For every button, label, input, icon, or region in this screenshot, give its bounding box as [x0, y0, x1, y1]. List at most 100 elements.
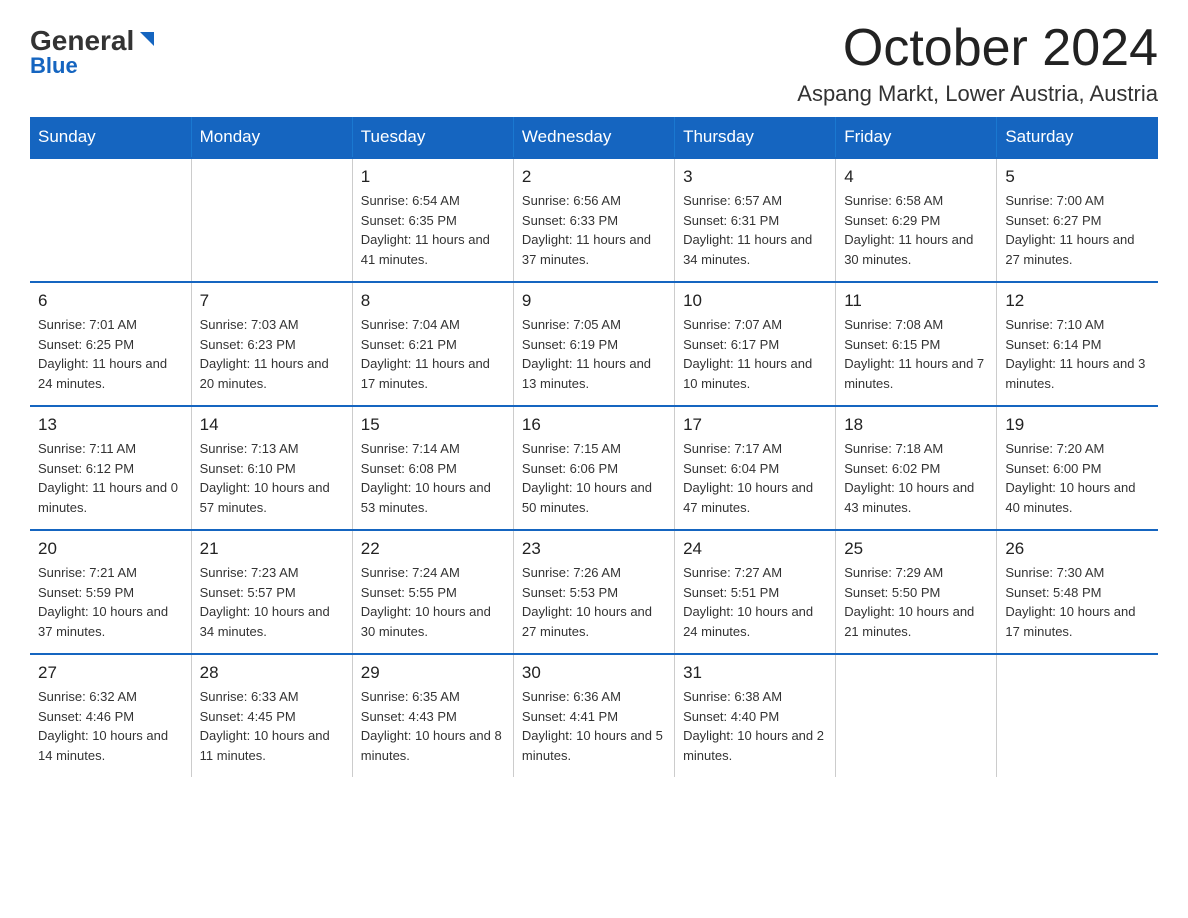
calendar-cell: 31Sunrise: 6:38 AMSunset: 4:40 PMDayligh… — [675, 654, 836, 777]
day-info: Sunrise: 7:11 AMSunset: 6:12 PMDaylight:… — [38, 439, 183, 517]
day-number: 3 — [683, 167, 827, 187]
calendar-cell: 9Sunrise: 7:05 AMSunset: 6:19 PMDaylight… — [513, 282, 674, 406]
day-number: 12 — [1005, 291, 1150, 311]
day-number: 20 — [38, 539, 183, 559]
day-info: Sunrise: 7:23 AMSunset: 5:57 PMDaylight:… — [200, 563, 344, 641]
day-number: 4 — [844, 167, 988, 187]
day-info: Sunrise: 7:07 AMSunset: 6:17 PMDaylight:… — [683, 315, 827, 393]
weekday-header-tuesday: Tuesday — [352, 117, 513, 158]
day-number: 8 — [361, 291, 505, 311]
week-row-1: 1 Sunrise: 6:54 AMSunset: 6:35 PMDaylight… — [30, 158, 1158, 282]
calendar-cell: 28Sunrise: 6:33 AMSunset: 4:45 PMDayligh… — [191, 654, 352, 777]
calendar-cell: 12Sunrise: 7:10 AMSunset: 6:14 PMDayligh… — [997, 282, 1158, 406]
day-number: 2 — [522, 167, 666, 187]
day-info: Sunrise: 7:18 AMSunset: 6:02 PMDaylight:… — [844, 439, 988, 517]
weekday-header-sunday: Sunday — [30, 117, 191, 158]
month-title: October 2024 — [797, 20, 1158, 77]
day-number: 19 — [1005, 415, 1150, 435]
weekday-header-monday: Monday — [191, 117, 352, 158]
day-number: 25 — [844, 539, 988, 559]
week-row-5: 27 Sunrise: 6:32 AMSunset: 4:46 PMDayligh… — [30, 654, 1158, 777]
day-number: 11 — [844, 291, 988, 311]
calendar-cell: 5 Sunrise: 7:00 AMSunset: 6:27 PMDaylight… — [997, 158, 1158, 282]
weekday-header-row: SundayMondayTuesdayWednesdayThursdayFrid… — [30, 117, 1158, 158]
calendar-cell: 13 Sunrise: 7:11 AMSunset: 6:12 PMDayligh… — [30, 406, 191, 530]
calendar-cell — [191, 158, 352, 282]
day-number: 16 — [522, 415, 666, 435]
calendar-cell: 30 Sunrise: 6:36 AMSunset: 4:41 PMDayligh… — [513, 654, 674, 777]
calendar-cell: 21 Sunrise: 7:23 AMSunset: 5:57 PMDayligh… — [191, 530, 352, 654]
calendar-cell: 2 Sunrise: 6:56 AMSunset: 6:33 PMDaylight… — [513, 158, 674, 282]
day-number: 15 — [361, 415, 505, 435]
week-row-4: 20 Sunrise: 7:21 AMSunset: 5:59 PMDayligh… — [30, 530, 1158, 654]
day-number: 7 — [200, 291, 344, 311]
calendar-cell: 27 Sunrise: 6:32 AMSunset: 4:46 PMDayligh… — [30, 654, 191, 777]
calendar-cell: 18 Sunrise: 7:18 AMSunset: 6:02 PMDayligh… — [836, 406, 997, 530]
weekday-header-thursday: Thursday — [675, 117, 836, 158]
calendar-cell: 16 Sunrise: 7:15 AMSunset: 6:06 PMDayligh… — [513, 406, 674, 530]
day-number: 13 — [38, 415, 183, 435]
calendar-cell: 7 Sunrise: 7:03 AMSunset: 6:23 PMDaylight… — [191, 282, 352, 406]
calendar-cell — [997, 654, 1158, 777]
day-number: 1 — [361, 167, 505, 187]
day-info: Sunrise: 7:24 AMSunset: 5:55 PMDaylight:… — [361, 563, 505, 641]
day-number: 22 — [361, 539, 505, 559]
day-number: 28 — [200, 663, 344, 683]
day-info: Sunrise: 6:32 AMSunset: 4:46 PMDaylight:… — [38, 687, 183, 765]
weekday-header-wednesday: Wednesday — [513, 117, 674, 158]
day-info: Sunrise: 6:57 AMSunset: 6:31 PMDaylight:… — [683, 191, 827, 269]
day-info: Sunrise: 7:27 AMSunset: 5:51 PMDaylight:… — [683, 563, 827, 641]
day-info: Sunrise: 7:08 AMSunset: 6:15 PMDaylight:… — [844, 315, 988, 393]
day-info: Sunrise: 7:17 AMSunset: 6:04 PMDaylight:… — [683, 439, 827, 517]
day-number: 29 — [361, 663, 505, 683]
logo-blue: Blue — [30, 53, 78, 79]
calendar-cell: 22 Sunrise: 7:24 AMSunset: 5:55 PMDayligh… — [352, 530, 513, 654]
day-info: Sunrise: 6:56 AMSunset: 6:33 PMDaylight:… — [522, 191, 666, 269]
calendar-cell: 17 Sunrise: 7:17 AMSunset: 6:04 PMDayligh… — [675, 406, 836, 530]
calendar-cell: 3 Sunrise: 6:57 AMSunset: 6:31 PMDaylight… — [675, 158, 836, 282]
calendar-cell: 6 Sunrise: 7:01 AMSunset: 6:25 PMDaylight… — [30, 282, 191, 406]
day-number: 27 — [38, 663, 183, 683]
day-info: Sunrise: 7:29 AMSunset: 5:50 PMDaylight:… — [844, 563, 988, 641]
day-number: 9 — [522, 291, 666, 311]
calendar-cell: 11 Sunrise: 7:08 AMSunset: 6:15 PMDayligh… — [836, 282, 997, 406]
day-number: 6 — [38, 291, 183, 311]
day-info: Sunrise: 7:00 AMSunset: 6:27 PMDaylight:… — [1005, 191, 1150, 269]
week-row-2: 6 Sunrise: 7:01 AMSunset: 6:25 PMDaylight… — [30, 282, 1158, 406]
calendar-cell: 26Sunrise: 7:30 AMSunset: 5:48 PMDayligh… — [997, 530, 1158, 654]
calendar-cell: 4Sunrise: 6:58 AMSunset: 6:29 PMDaylight… — [836, 158, 997, 282]
calendar-cell: 8Sunrise: 7:04 AMSunset: 6:21 PMDaylight… — [352, 282, 513, 406]
day-info: Sunrise: 7:01 AMSunset: 6:25 PMDaylight:… — [38, 315, 183, 393]
weekday-header-saturday: Saturday — [997, 117, 1158, 158]
day-info: Sunrise: 7:13 AMSunset: 6:10 PMDaylight:… — [200, 439, 344, 517]
calendar-cell — [30, 158, 191, 282]
calendar-cell: 23Sunrise: 7:26 AMSunset: 5:53 PMDayligh… — [513, 530, 674, 654]
day-number: 23 — [522, 539, 666, 559]
day-info: Sunrise: 6:38 AMSunset: 4:40 PMDaylight:… — [683, 687, 827, 765]
day-info: Sunrise: 7:15 AMSunset: 6:06 PMDaylight:… — [522, 439, 666, 517]
day-info: Sunrise: 7:03 AMSunset: 6:23 PMDaylight:… — [200, 315, 344, 393]
day-info: Sunrise: 6:54 AMSunset: 6:35 PMDaylight:… — [361, 191, 505, 269]
calendar-cell: 20 Sunrise: 7:21 AMSunset: 5:59 PMDayligh… — [30, 530, 191, 654]
week-row-3: 13 Sunrise: 7:11 AMSunset: 6:12 PMDayligh… — [30, 406, 1158, 530]
location-title: Aspang Markt, Lower Austria, Austria — [797, 81, 1158, 107]
logo-triangle-icon — [136, 28, 158, 50]
page-header: General Blue October 2024 Aspang Markt, … — [30, 20, 1158, 107]
day-number: 10 — [683, 291, 827, 311]
calendar-cell: 29Sunrise: 6:35 AMSunset: 4:43 PMDayligh… — [352, 654, 513, 777]
calendar-cell — [836, 654, 997, 777]
calendar-cell: 24 Sunrise: 7:27 AMSunset: 5:51 PMDayligh… — [675, 530, 836, 654]
day-number: 24 — [683, 539, 827, 559]
calendar-cell: 19Sunrise: 7:20 AMSunset: 6:00 PMDayligh… — [997, 406, 1158, 530]
calendar-cell: 1 Sunrise: 6:54 AMSunset: 6:35 PMDaylight… — [352, 158, 513, 282]
day-number: 21 — [200, 539, 344, 559]
title-block: October 2024 Aspang Markt, Lower Austria… — [797, 20, 1158, 107]
day-info: Sunrise: 7:21 AMSunset: 5:59 PMDaylight:… — [38, 563, 183, 641]
day-number: 17 — [683, 415, 827, 435]
day-info: Sunrise: 6:36 AMSunset: 4:41 PMDaylight:… — [522, 687, 666, 765]
day-number: 18 — [844, 415, 988, 435]
day-number: 5 — [1005, 167, 1150, 187]
day-info: Sunrise: 7:30 AMSunset: 5:48 PMDaylight:… — [1005, 563, 1150, 641]
weekday-header-friday: Friday — [836, 117, 997, 158]
day-number: 30 — [522, 663, 666, 683]
